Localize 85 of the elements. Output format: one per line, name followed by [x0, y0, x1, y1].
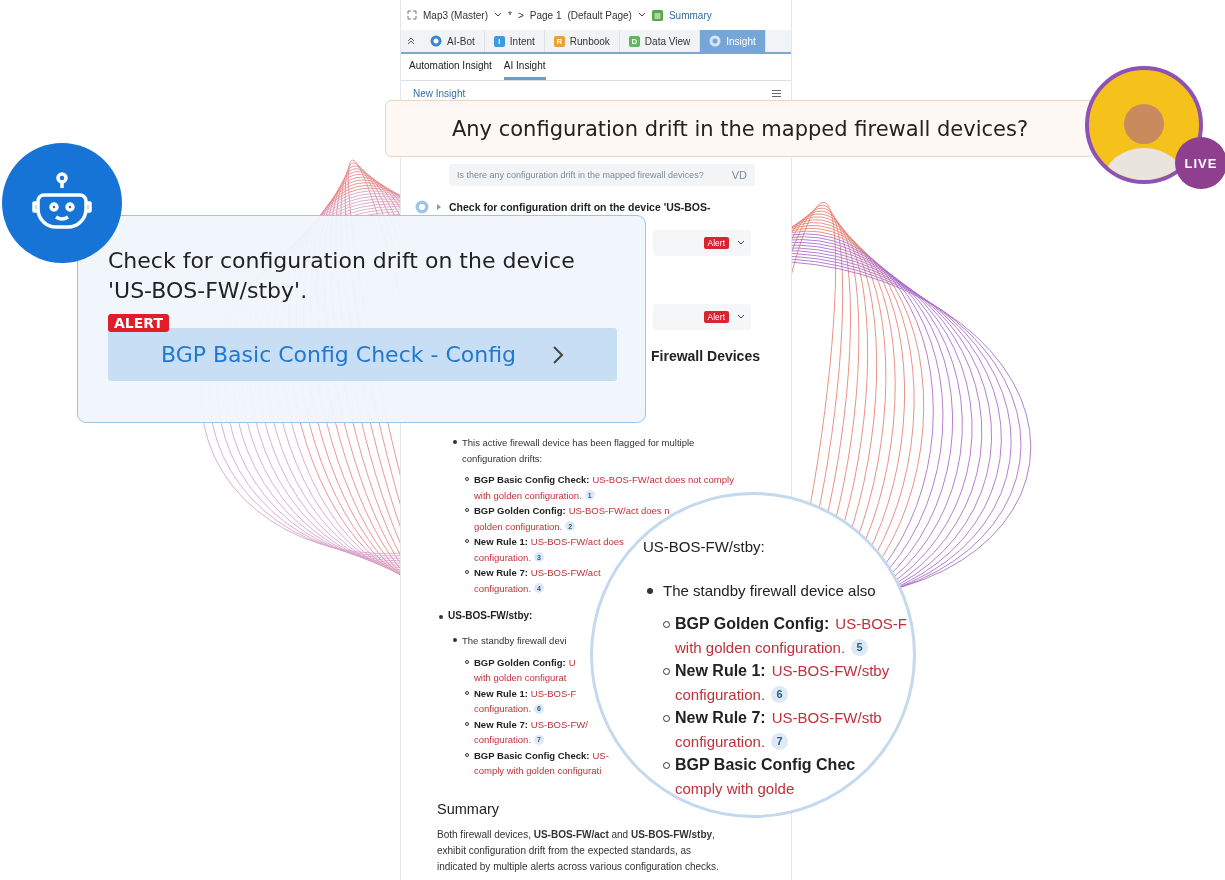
section-heading: Firewall Devices [651, 348, 760, 364]
finding-text: US-BOS-FW/stby [771, 662, 890, 680]
live-badge: LIVE [1175, 137, 1225, 189]
finding-text: US-BOS-FW/act does not comply [592, 474, 734, 486]
finding-text: comply with golden configurati [474, 765, 602, 777]
breadcrumb-separator: > [517, 9, 524, 21]
check-row[interactable]: Alert [653, 230, 751, 256]
chevron-down-icon [737, 240, 745, 246]
finding-label: BGP Basic Config Check: [474, 474, 590, 486]
chevron-right-icon [552, 344, 564, 365]
finding-text: configuration. [474, 734, 532, 746]
reference-badge: 5 [851, 638, 869, 656]
finding-text: US-BOS-FW/ [530, 718, 588, 730]
letter-badge: R [553, 35, 565, 47]
finding-text: configuration. [474, 582, 532, 594]
finding-text: US-BOS-FW/act does [530, 536, 624, 548]
user-initials: VD [731, 169, 747, 181]
finding-label: New Rule 7: [474, 567, 528, 579]
reference-badge: 7 [771, 732, 789, 750]
finding-intro: The standby firewall device also [663, 581, 876, 599]
page-name[interactable]: Page 1 [529, 9, 562, 21]
page-type: (Default Page) [567, 9, 632, 21]
finding-text: comply with golde [675, 779, 795, 797]
finding-label: New Rule 1: [474, 687, 528, 699]
question-text: Is there any configuration drift in the mapped firewall devices? [457, 170, 704, 180]
finding-label: BGP Basic Config Check: [474, 749, 590, 761]
finding-text: golden configuration. [474, 520, 563, 532]
new-insight-link[interactable]: New Insight [413, 87, 466, 99]
finding-text: US-BOS-F [835, 615, 908, 633]
finding-intro: The standby firewall devi [462, 634, 568, 648]
finding-text: configuration. [675, 685, 766, 703]
finding-text: US-BOS-FW/act does n [568, 505, 670, 517]
device-heading: US-BOS-FW/stby: [448, 610, 533, 621]
bullet-icon [453, 440, 457, 444]
bullet-icon [647, 587, 653, 594]
finding-label: New Rule 7: [474, 718, 528, 730]
card-title: Check for configuration drift on the device 'US-BOS-FW/stby'. [108, 247, 576, 305]
alert-badge: Alert [703, 237, 729, 249]
device-heading: US-BOS-FW/stby: [643, 538, 765, 556]
document-icon [651, 9, 663, 21]
modified-mark: * [508, 9, 512, 21]
finding-label: New Rule 7: [675, 708, 766, 727]
finding-label: BGP Basic Config Chec [675, 755, 856, 774]
summary-link[interactable]: Summary [668, 9, 712, 21]
reference-badge: 6 [771, 685, 789, 703]
summary-text: Both firewall devices, US-BOS-FW/act and US-BOS-FW/stby, exhibit configuration drift from the expected standards, as indicated by multiple alerts across various configuration checks. [437, 827, 720, 874]
finding-text: configuration. [474, 703, 532, 715]
bullet-icon [439, 615, 443, 619]
check-row[interactable]: Alert [653, 304, 751, 330]
letter-badge: I [493, 35, 505, 47]
tab[interactable]: AI-Bot [421, 30, 485, 52]
alert-badge: ALERT [108, 314, 170, 332]
finding-text: US-BOS-FW/act [530, 567, 601, 579]
chevron-down-icon[interactable] [494, 12, 502, 18]
bullet-icon [453, 638, 457, 642]
finding-text: US- [592, 749, 609, 761]
finding-label: BGP Golden Config: [474, 505, 566, 517]
finding-label: New Rule 1: [675, 661, 766, 680]
finding-intro: This active firewall device has been flagged for multiple configuration drifts: [462, 436, 696, 466]
letter-badge: D [628, 35, 640, 47]
chevron-down-icon [737, 314, 745, 320]
step-title: Check for configuration drift on the device 'US-BOS- [449, 201, 711, 213]
finding-text: US-BOS-F [530, 687, 577, 699]
map-name[interactable]: Map3 (Master) [423, 9, 488, 21]
expand-icon[interactable] [407, 10, 417, 20]
finding-label: BGP Golden Config: [675, 614, 830, 633]
finding-text: configuration. [474, 551, 532, 563]
finding-label: New Rule 1: [474, 536, 528, 548]
caret-icon[interactable] [437, 204, 441, 210]
chevron-down-icon[interactable] [637, 12, 646, 18]
alert-badge: Alert [703, 311, 729, 323]
finding-label: BGP Golden Config: [474, 656, 566, 668]
finding-text: with golden configuration. [675, 638, 846, 656]
finding-text: US-BOS-FW/stb [771, 709, 882, 727]
tab[interactable]: I Intent [484, 30, 545, 52]
summary-heading: Summary [437, 800, 500, 817]
finding-text: with golden configuration. [474, 489, 582, 501]
question-bubble: Any configuration drift in the mapped firewall devices? [385, 100, 1095, 157]
tab[interactable]: R Runbook [544, 30, 620, 52]
finding-text: with golden configurat [474, 672, 567, 684]
finding-text: configuration. [675, 732, 766, 750]
finding-text: U [568, 656, 576, 668]
subtab[interactable]: AI Insight [503, 54, 546, 80]
menu-icon[interactable] [772, 89, 781, 97]
subtab[interactable]: Automation Insight [409, 54, 492, 80]
